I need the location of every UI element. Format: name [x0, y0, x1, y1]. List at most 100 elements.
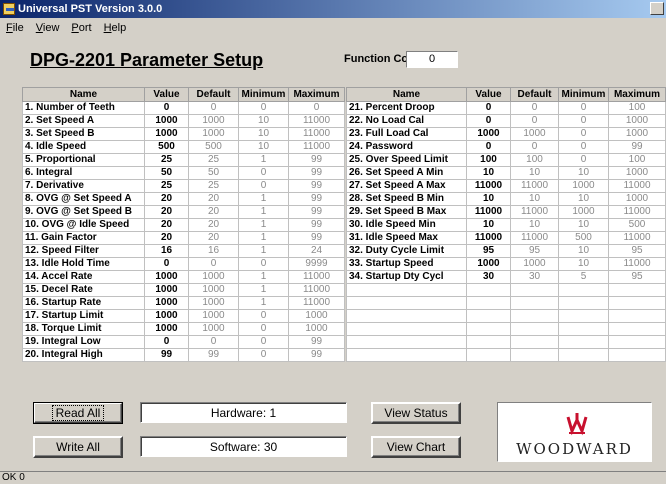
parameter-value[interactable]: 0 [466, 114, 511, 128]
function-code-input[interactable]: 0 [406, 51, 458, 68]
parameter-name: 34. Startup Dty Cycl [346, 270, 467, 284]
parameter-value[interactable]: 11000 [466, 205, 511, 219]
parameter-maximum: 99 [608, 140, 666, 154]
parameter-name: 32. Duty Cycle Limit [346, 244, 467, 258]
woodward-mark-icon [566, 413, 588, 436]
parameter-maximum: 0 [288, 101, 345, 115]
parameter-minimum: 10 [558, 244, 609, 258]
parameter-value[interactable] [466, 283, 511, 297]
parameter-value[interactable]: 1000 [466, 257, 511, 271]
parameter-value[interactable]: 1000 [144, 309, 189, 323]
parameter-maximum: 95 [608, 270, 666, 284]
parameter-default: 11000 [510, 231, 559, 245]
parameter-name: 9. OVG @ Set Speed B [22, 205, 145, 219]
parameter-name: 28. Set Speed B Min [346, 192, 467, 206]
parameter-value[interactable]: 10 [466, 166, 511, 180]
table-row: 8. OVG @ Set Speed A 20 20 1 99 [22, 192, 345, 206]
parameter-maximum: 11000 [288, 114, 345, 128]
parameter-value[interactable]: 1000 [144, 283, 189, 297]
parameter-default: 1000 [188, 114, 239, 128]
parameter-default: 25 [188, 153, 239, 167]
parameter-minimum: 1 [238, 231, 289, 245]
table-row: 4. Idle Speed 500 500 10 11000 [22, 140, 345, 154]
parameter-maximum: 1000 [288, 309, 345, 323]
view-chart-button[interactable]: View Chart [371, 436, 461, 458]
parameter-maximum: 99 [288, 205, 345, 219]
read-all-button[interactable]: Read All [33, 402, 123, 424]
table-row: 27. Set Speed A Max 11000 11000 1000 11000 [346, 179, 666, 193]
parameter-value[interactable]: 0 [466, 140, 511, 154]
parameter-name: 14. Accel Rate [22, 270, 145, 284]
parameter-value[interactable] [466, 296, 511, 310]
parameter-value[interactable]: 95 [466, 244, 511, 258]
parameter-value[interactable]: 1000 [144, 127, 189, 141]
window-control-button[interactable] [650, 2, 664, 15]
parameter-minimum: 1 [238, 153, 289, 167]
table-row: 5. Proportional 25 25 1 99 [22, 153, 345, 167]
parameter-value[interactable]: 0 [144, 335, 189, 349]
parameter-value[interactable] [466, 335, 511, 349]
table-row: 23. Full Load Cal 1000 1000 0 1000 [346, 127, 666, 141]
parameter-value[interactable]: 25 [144, 153, 189, 167]
parameter-value[interactable]: 1000 [144, 114, 189, 128]
parameter-value[interactable]: 99 [144, 348, 189, 362]
parameter-value[interactable]: 1000 [466, 127, 511, 141]
write-all-button[interactable]: Write All [33, 436, 123, 458]
parameter-minimum: 1 [238, 270, 289, 284]
parameter-value[interactable]: 10 [466, 192, 511, 206]
parameter-value[interactable]: 100 [466, 153, 511, 167]
parameter-value[interactable]: 0 [466, 101, 511, 115]
parameter-value[interactable] [466, 309, 511, 323]
parameter-maximum: 11000 [288, 270, 345, 284]
parameter-value[interactable] [466, 322, 511, 336]
parameter-value[interactable]: 0 [144, 257, 189, 271]
menu-view[interactable]: View [30, 22, 66, 34]
view-status-button[interactable]: View Status [371, 402, 461, 424]
parameter-default [510, 296, 559, 310]
parameter-minimum: 500 [558, 231, 609, 245]
hardware-display: Hardware: 1 [140, 402, 347, 423]
parameter-value[interactable]: 500 [144, 140, 189, 154]
page-title: DPG-2201 Parameter Setup [30, 50, 264, 70]
parameter-value[interactable]: 20 [144, 205, 189, 219]
table-row [346, 296, 666, 310]
parameter-value[interactable]: 1000 [144, 296, 189, 310]
column-header: Name [346, 87, 467, 102]
parameter-value[interactable]: 20 [144, 231, 189, 245]
parameter-value[interactable]: 11000 [466, 179, 511, 193]
parameter-default: 16 [188, 244, 239, 258]
parameter-maximum: 11000 [608, 179, 666, 193]
parameter-name: 10. OVG @ Idle Speed [22, 218, 145, 232]
parameter-value[interactable]: 25 [144, 179, 189, 193]
parameter-value[interactable]: 10 [466, 218, 511, 232]
menu-file[interactable]: File [0, 22, 30, 34]
parameter-maximum: 99 [288, 218, 345, 232]
parameter-value[interactable]: 30 [466, 270, 511, 284]
table-row: 12. Speed Filter 16 16 1 24 [22, 244, 345, 258]
parameter-minimum: 0 [558, 140, 609, 154]
parameter-default: 1000 [188, 296, 239, 310]
app-icon [3, 3, 15, 15]
parameter-value[interactable]: 50 [144, 166, 189, 180]
parameter-value[interactable]: 20 [144, 218, 189, 232]
parameter-value[interactable]: 20 [144, 192, 189, 206]
parameter-value[interactable]: 11000 [466, 231, 511, 245]
parameter-minimum: 10 [238, 114, 289, 128]
parameter-maximum: 1000 [608, 192, 666, 206]
table-row [346, 322, 666, 336]
parameter-name: 30. Idle Speed Min [346, 218, 467, 232]
parameter-default: 1000 [188, 127, 239, 141]
parameter-default: 0 [510, 114, 559, 128]
parameter-minimum: 0 [238, 166, 289, 180]
parameter-value[interactable]: 16 [144, 244, 189, 258]
parameter-value[interactable]: 0 [144, 101, 189, 115]
parameter-value[interactable]: 1000 [144, 322, 189, 336]
parameter-value[interactable]: 1000 [144, 270, 189, 284]
menu-port[interactable]: Port [65, 22, 97, 34]
parameter-default: 11000 [510, 179, 559, 193]
parameter-value[interactable] [466, 348, 511, 362]
menu-help[interactable]: Help [98, 22, 133, 34]
parameter-default: 10 [510, 192, 559, 206]
table-row: 20. Integral High 99 99 0 99 [22, 348, 345, 362]
parameter-default [510, 348, 559, 362]
